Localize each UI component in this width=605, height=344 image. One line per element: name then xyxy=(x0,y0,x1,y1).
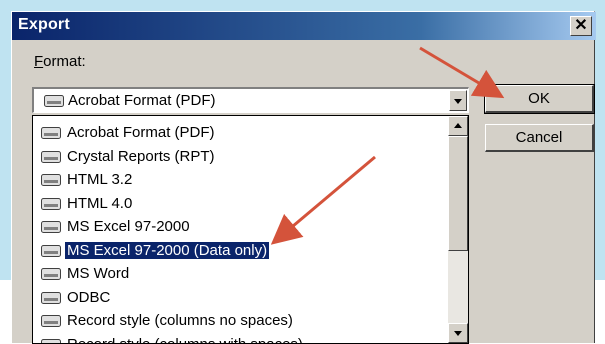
close-button[interactable]: ✕ xyxy=(570,16,592,36)
list-item-label: HTML 4.0 xyxy=(67,195,132,212)
list-scrollbar[interactable] xyxy=(448,116,468,343)
drive-icon xyxy=(41,292,61,304)
format-combobox[interactable]: Acrobat Format (PDF) xyxy=(32,87,469,113)
drive-icon xyxy=(41,198,61,210)
dialog-title: Export xyxy=(18,16,70,34)
format-dropdown-list[interactable]: Acrobat Format (PDF) Crystal Reports (RPT… xyxy=(32,115,469,344)
drive-icon xyxy=(41,245,61,257)
list-item-label: MS Word xyxy=(67,265,129,282)
combo-dropdown-button[interactable] xyxy=(449,90,467,111)
list-item-label: Record style (columns no spaces) xyxy=(67,312,293,329)
drive-icon xyxy=(41,221,61,233)
list-item-label: MS Excel 97-2000 xyxy=(67,218,190,235)
scroll-up-button[interactable] xyxy=(448,116,468,136)
scroll-thumb[interactable] xyxy=(448,136,468,251)
drive-icon xyxy=(41,151,61,163)
ok-button[interactable]: OK xyxy=(485,85,594,113)
drive-icon xyxy=(41,315,61,327)
close-icon: ✕ xyxy=(574,17,587,34)
title-bar: Export ✕ xyxy=(12,12,596,40)
drive-icon xyxy=(41,339,61,344)
list-item-label: HTML 3.2 xyxy=(67,171,132,188)
scroll-down-button[interactable] xyxy=(448,323,468,343)
export-dialog: Export ✕ Format: Acrobat Format (PDF) Ac… xyxy=(11,11,595,343)
list-item-label: ODBC xyxy=(67,289,110,306)
drive-icon xyxy=(41,174,61,186)
cancel-button[interactable]: Cancel xyxy=(485,124,594,152)
drive-icon xyxy=(44,95,64,107)
drive-icon xyxy=(41,127,61,139)
list-item-label: Acrobat Format (PDF) xyxy=(67,124,215,141)
combo-selected-value: Acrobat Format (PDF) xyxy=(68,92,216,109)
list-item-label: Crystal Reports (RPT) xyxy=(67,148,215,165)
drive-icon xyxy=(41,268,61,280)
list-item-label: MS Excel 97-2000 (Data only) xyxy=(65,242,269,259)
format-label: Format: xyxy=(34,53,86,70)
